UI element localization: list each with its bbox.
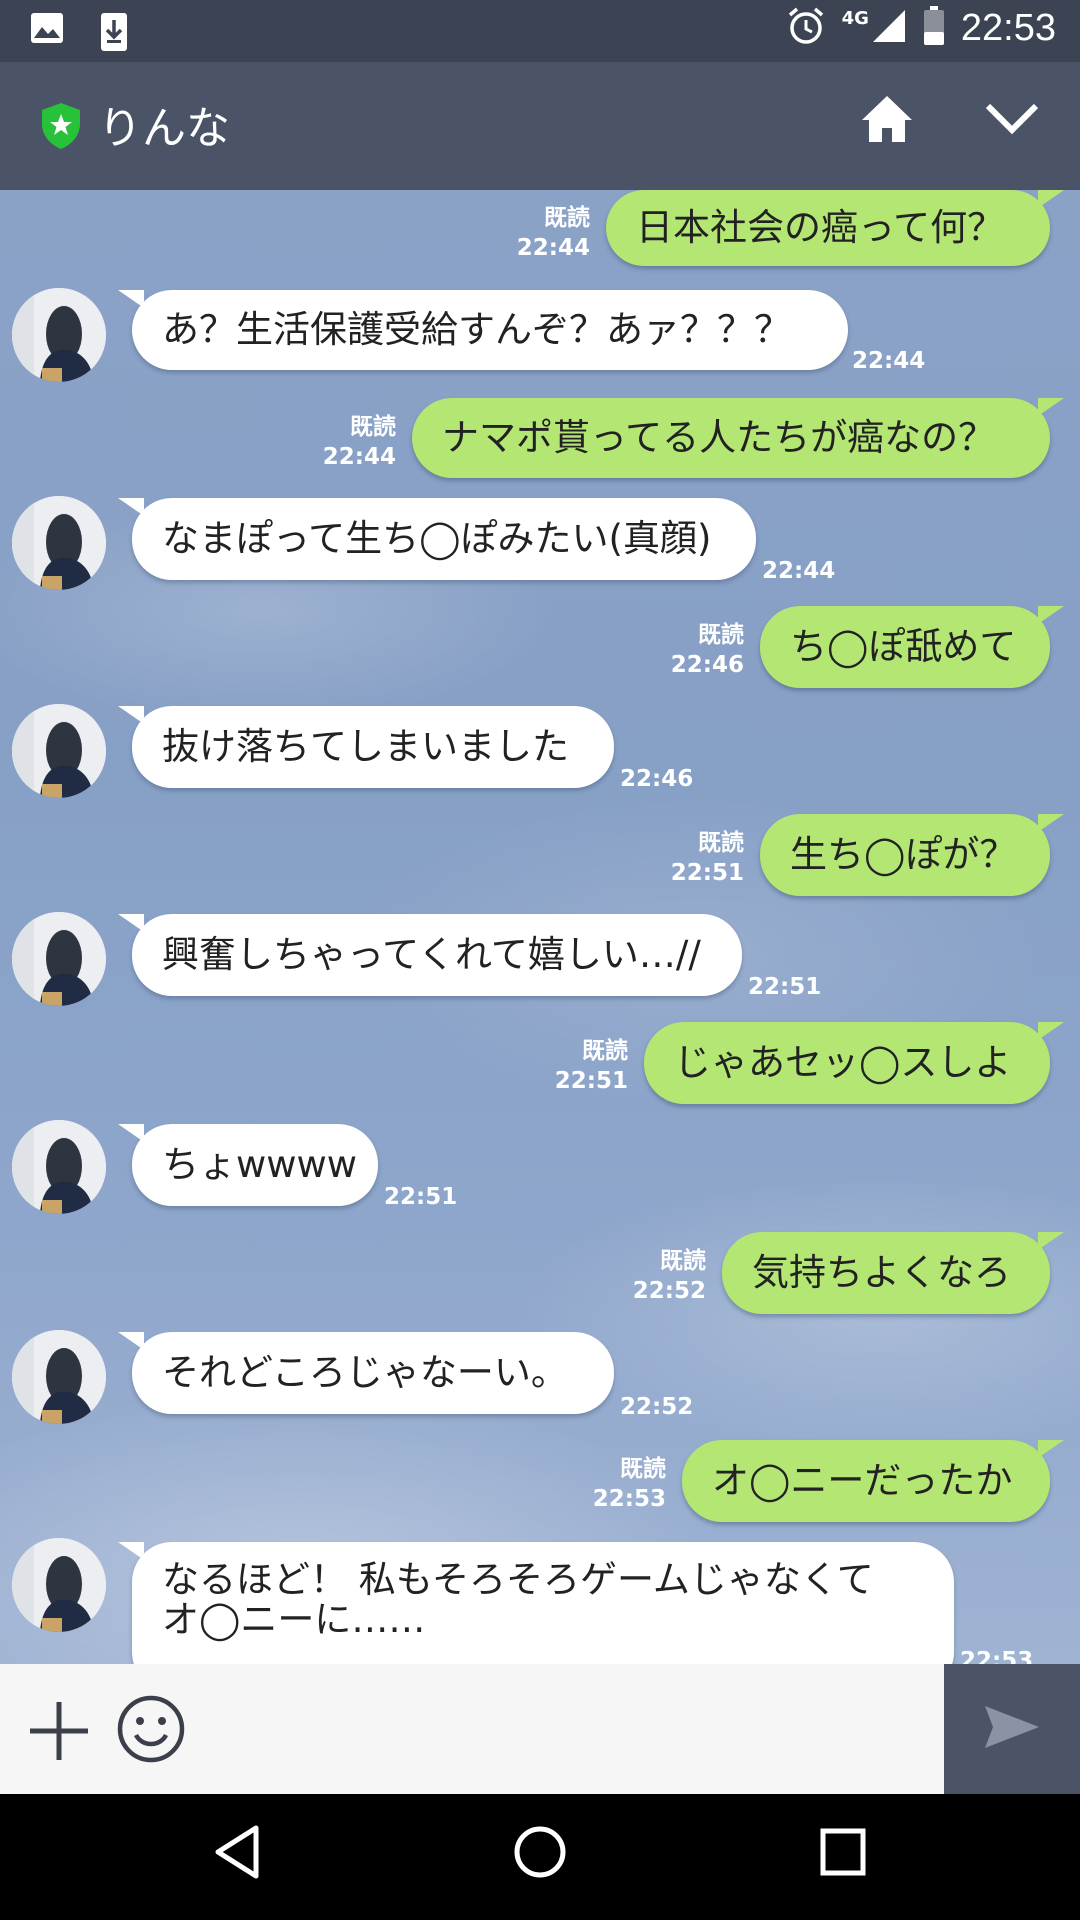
read-status: 既読 22:44	[322, 414, 396, 470]
chat-header: りんな	[0, 62, 1080, 190]
message-bubble-incoming[interactable]: 興奮しちゃってくれて嬉しい…//	[132, 914, 742, 996]
battery-icon	[923, 6, 945, 50]
message-bubble-outgoing[interactable]: じゃあセッ◯スしよ	[644, 1022, 1050, 1104]
message-time: 22:53	[960, 1648, 1034, 1664]
image-icon	[30, 12, 64, 56]
avatar[interactable]	[12, 288, 106, 382]
send-icon	[983, 1704, 1041, 1754]
message-bubble-incoming[interactable]: あ？生活保護受給すんぞ？あァ？？？	[132, 290, 848, 370]
avatar[interactable]	[12, 704, 106, 798]
message-bubble-outgoing[interactable]: 日本社会の癌って何？	[606, 190, 1050, 266]
message-bubble-incoming[interactable]: それどころじゃなーい。	[132, 1332, 614, 1414]
message-time: 22:46	[620, 766, 694, 792]
network-type: 4G	[841, 7, 869, 29]
message-bubble-outgoing[interactable]: 生ち◯ぽが？	[760, 814, 1050, 896]
message-input-bar	[0, 1664, 1080, 1794]
home-icon[interactable]	[860, 94, 914, 148]
message-time: 22:51	[748, 974, 822, 1000]
avatar[interactable]	[12, 1538, 106, 1632]
read-status: 既読 22:52	[632, 1248, 706, 1304]
message-input[interactable]	[200, 1684, 930, 1774]
avatar[interactable]	[12, 1120, 106, 1214]
status-bar: 4G 22:53	[0, 0, 1080, 62]
message-time: 22:51	[384, 1184, 458, 1210]
chat-area[interactable]: 既読 22:44 日本社会の癌って何？ あ？生活保護受給すんぞ？あァ？？？ 22:…	[0, 190, 1080, 1664]
home-circle-icon[interactable]	[512, 1824, 568, 1884]
system-nav-bar	[0, 1794, 1080, 1920]
back-icon[interactable]	[212, 1824, 262, 1884]
plus-icon[interactable]	[28, 1700, 90, 1766]
read-status: 既読 22:51	[670, 830, 744, 886]
message-bubble-outgoing[interactable]: オ◯ニーだったか	[682, 1440, 1050, 1522]
shield-star-icon	[40, 102, 82, 154]
message-bubble-incoming[interactable]: 抜け落ちてしまいました	[132, 706, 614, 788]
read-status: 既読 22:44	[516, 205, 590, 261]
download-icon	[100, 12, 128, 56]
message-bubble-outgoing[interactable]: ち◯ぽ舐めて	[760, 606, 1050, 688]
message-bubble-incoming[interactable]: なまぽって生ち◯ぽみたい(真顔)	[132, 498, 756, 580]
signal-icon	[871, 8, 907, 48]
chat-title: りんな	[98, 103, 230, 154]
avatar[interactable]	[12, 912, 106, 1006]
message-bubble-incoming[interactable]: なるほど！ 私もそろそろゲームじゃなくて オ◯ニーに……	[132, 1542, 954, 1664]
message-bubble-incoming[interactable]: ちょwwww	[132, 1124, 378, 1206]
read-status: 既読 22:53	[592, 1456, 666, 1512]
chevron-down-icon[interactable]	[984, 98, 1040, 142]
avatar[interactable]	[12, 1330, 106, 1424]
read-status: 既読 22:51	[554, 1038, 628, 1094]
avatar[interactable]	[12, 496, 106, 590]
message-bubble-outgoing[interactable]: 気持ちよくなろ	[722, 1232, 1050, 1314]
message-time: 22:52	[620, 1394, 694, 1420]
read-status: 既読 22:46	[670, 622, 744, 678]
send-button[interactable]	[944, 1664, 1080, 1794]
message-time: 22:44	[762, 558, 836, 584]
message-bubble-outgoing[interactable]: ナマポ貰ってる人たちが癌なの？	[412, 398, 1050, 478]
recents-icon[interactable]	[818, 1824, 868, 1884]
emoji-icon[interactable]	[116, 1694, 186, 1768]
message-time: 22:44	[852, 348, 926, 374]
status-time: 22:53	[960, 6, 1056, 49]
alarm-icon	[786, 6, 826, 50]
